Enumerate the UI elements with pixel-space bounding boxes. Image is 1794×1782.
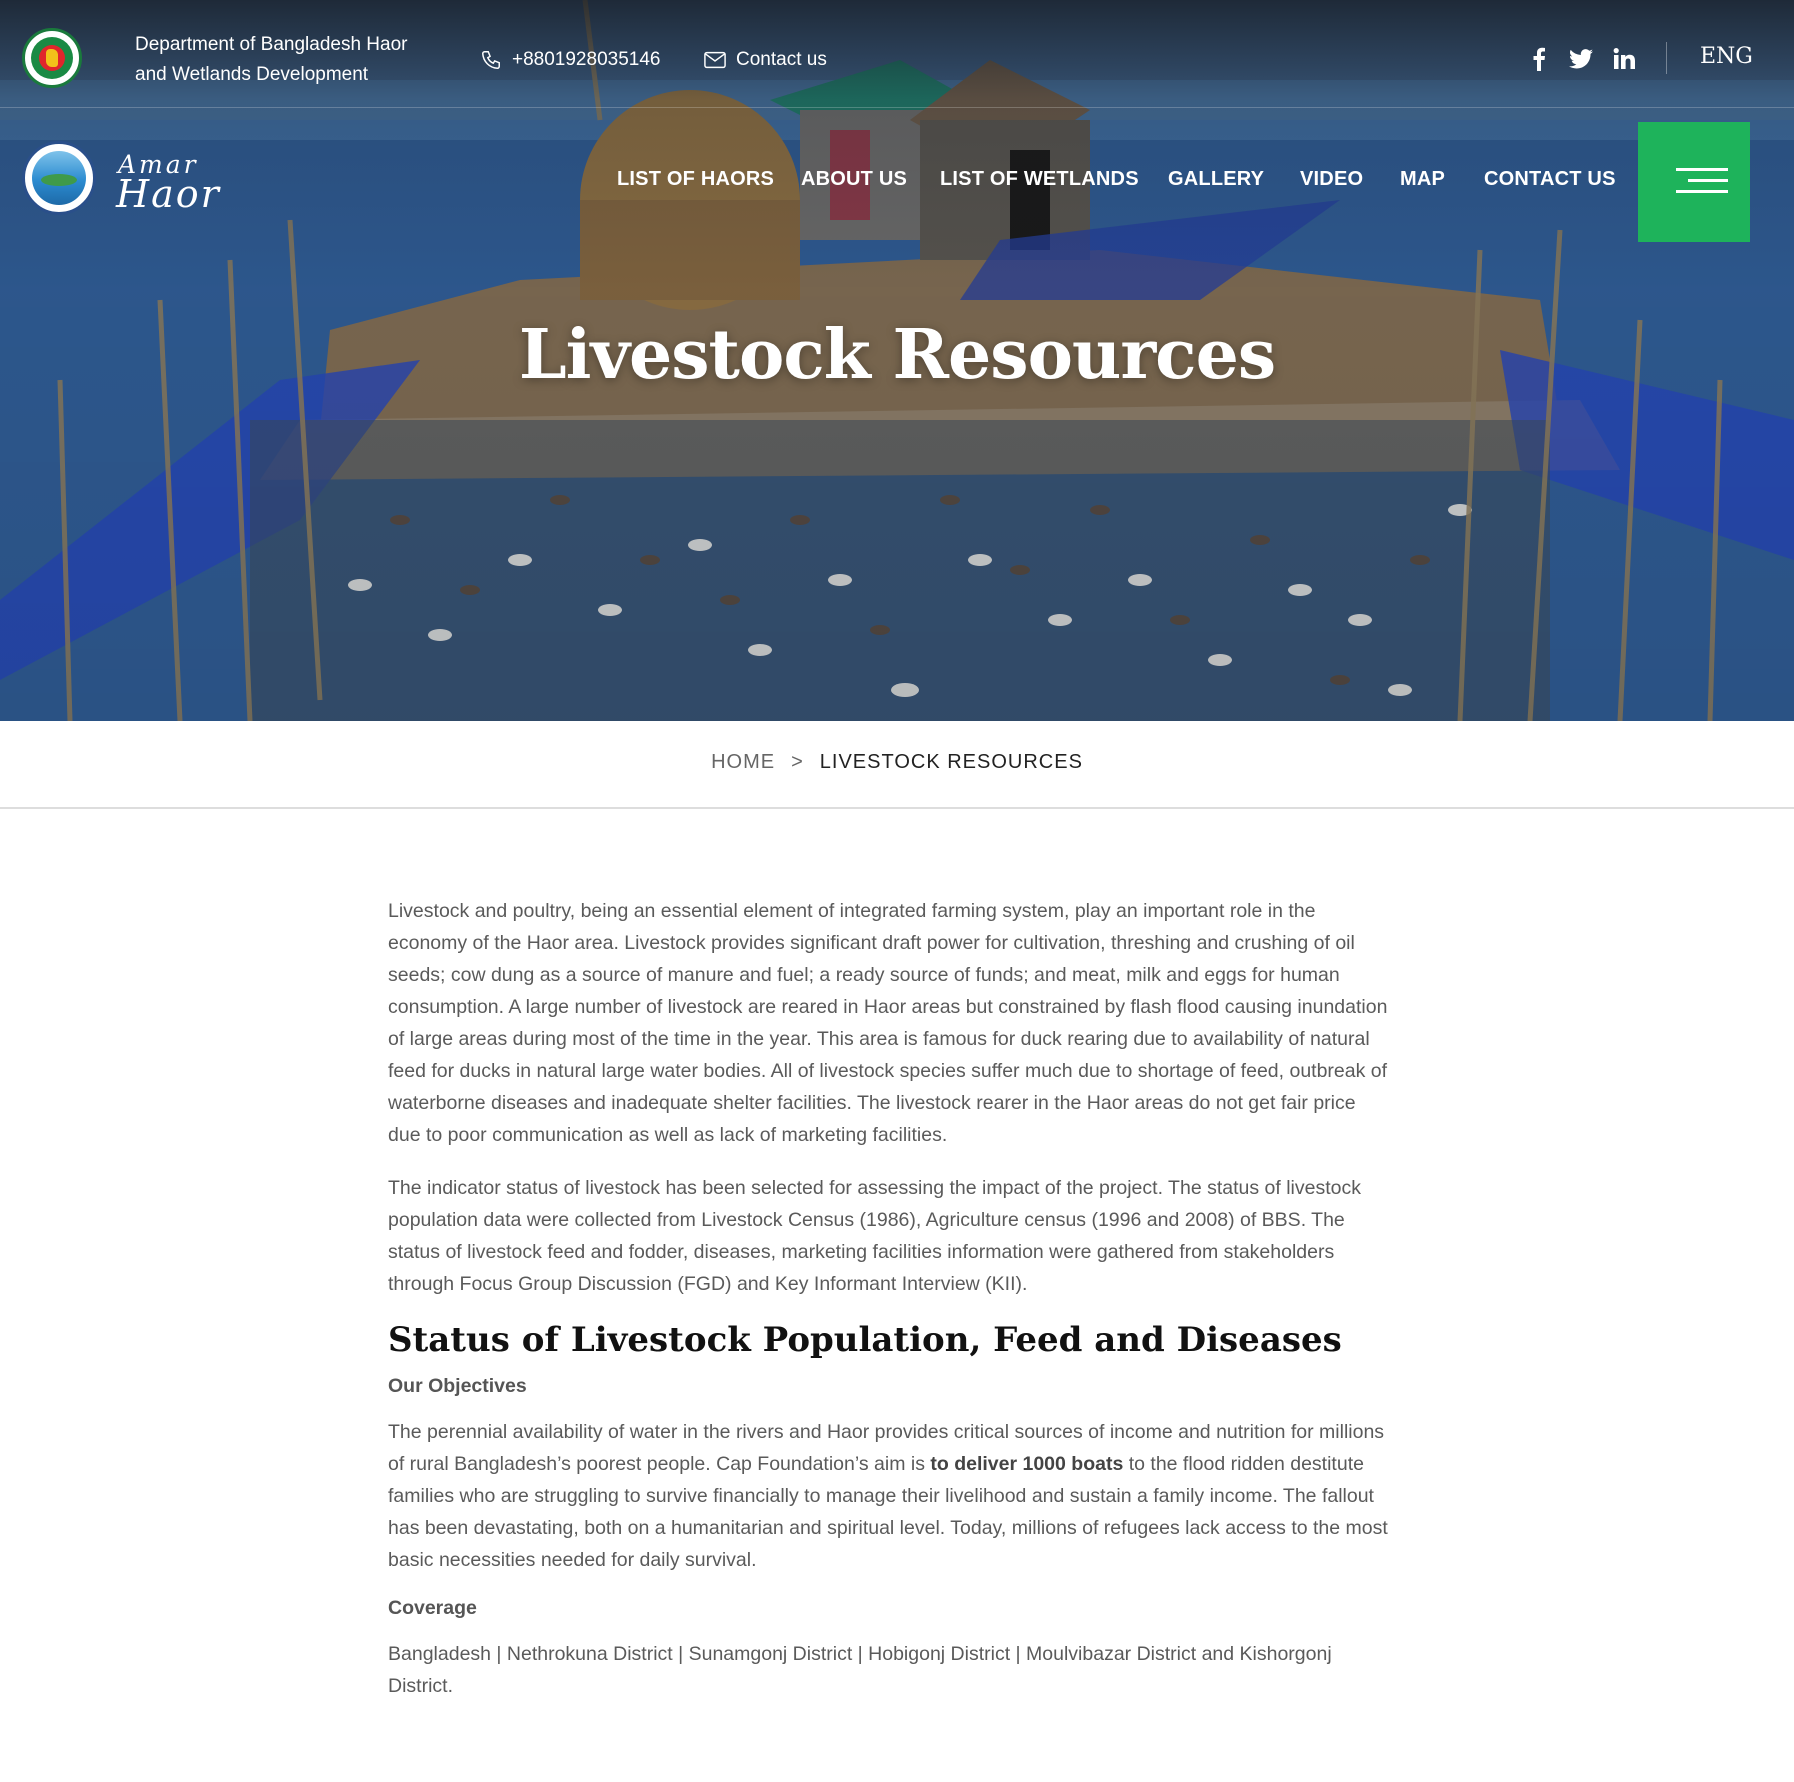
hamburger-menu-button[interactable] (1638, 122, 1750, 242)
logo-text-haor[interactable]: Haor (116, 172, 221, 216)
phone-number: +8801928035146 (512, 49, 661, 70)
breadcrumb-separator: > (791, 751, 804, 773)
department-name: Department of Bangladesh Haor and Wetlan… (135, 34, 408, 85)
objectives-paragraph: The perennial availability of water in t… (388, 1416, 1388, 1576)
breadcrumb-home-link[interactable]: HOME (711, 751, 775, 773)
contact-us-link[interactable]: Contact us (704, 46, 827, 74)
top-bar: Department of Bangladesh Haor and Wetlan… (0, 0, 1794, 108)
facebook-link[interactable] (1528, 44, 1550, 74)
nav-list-of-haors[interactable]: LIST OF HAORS (617, 168, 774, 191)
topbar-divider (1666, 42, 1667, 74)
twitter-icon (1569, 49, 1593, 69)
coverage-paragraph: Bangladesh | Nethrokuna District | Sunam… (388, 1643, 1332, 1697)
objectives-highlight: to deliver 1000 boats (930, 1453, 1124, 1475)
mail-icon (704, 51, 726, 69)
linkedin-icon (1613, 48, 1635, 69)
language-switcher[interactable]: ENG (1700, 44, 1753, 69)
nav-map[interactable]: MAP (1400, 168, 1445, 191)
breadcrumb: HOME > LIVESTOCK RESOURCES (0, 751, 1794, 774)
nav-contact-us[interactable]: CONTACT US (1484, 168, 1616, 191)
linkedin-link[interactable] (1612, 44, 1636, 74)
coverage-heading: Coverage (388, 1597, 477, 1619)
intro-paragraph: Livestock and poultry, being an essentia… (388, 900, 1388, 1146)
main-content: Livestock and poultry, being an essentia… (388, 895, 1388, 1723)
amar-haor-emblem[interactable] (22, 141, 96, 215)
nav-list-of-wetlands[interactable]: LIST OF WETLANDS (940, 168, 1139, 191)
twitter-link[interactable] (1568, 44, 1594, 74)
indicator-paragraph: The indicator status of livestock has be… (388, 1177, 1361, 1295)
section-heading: Status of Livestock Population, Feed and… (388, 1320, 1342, 1360)
facebook-icon (1533, 47, 1545, 71)
phone-icon (482, 51, 500, 69)
nav-video[interactable]: VIDEO (1300, 168, 1363, 191)
phone-link[interactable]: +8801928035146 (480, 46, 660, 74)
contact-us-label: Contact us (736, 49, 827, 70)
nav-gallery[interactable]: GALLERY (1168, 168, 1264, 191)
objectives-heading: Our Objectives (388, 1375, 527, 1397)
nav-about-us[interactable]: ABOUT US (801, 168, 907, 191)
government-seal-logo[interactable] (22, 28, 82, 88)
breadcrumb-bar: HOME > LIVESTOCK RESOURCES (0, 721, 1794, 809)
breadcrumb-current: LIVESTOCK RESOURCES (819, 751, 1083, 773)
page-title: Livestock Resources (518, 315, 1276, 395)
